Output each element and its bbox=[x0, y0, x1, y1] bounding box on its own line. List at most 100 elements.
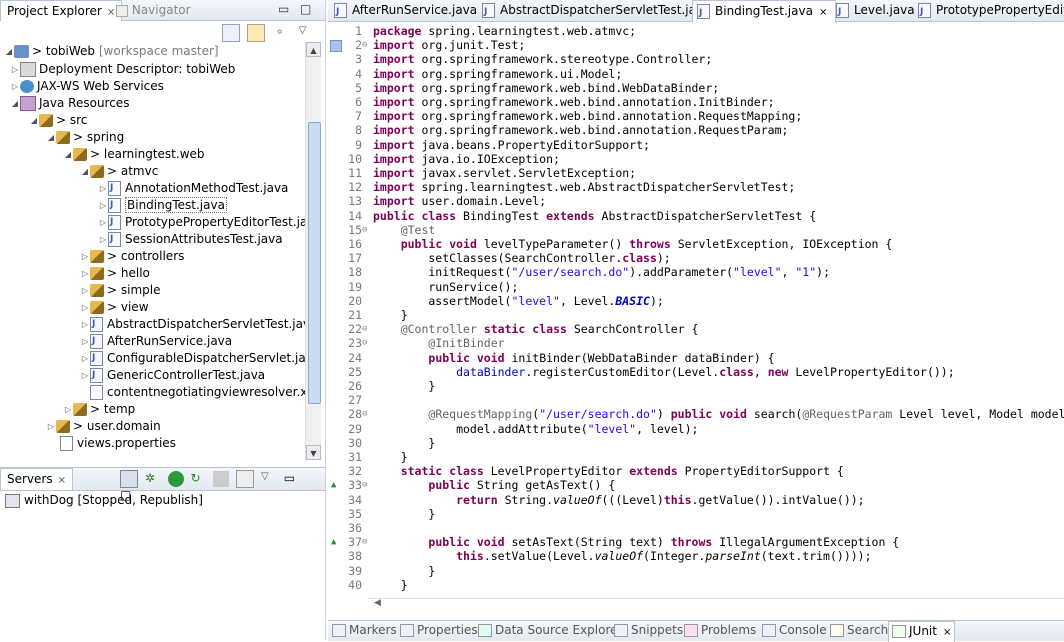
tree-node-file[interactable]: ▷ AbstractDispatcherServletTest.java bbox=[80, 316, 306, 333]
code-line[interactable]: 18 initRequest("/user/search.do").addPar… bbox=[328, 265, 1064, 279]
scroll-left-icon[interactable]: ◀ bbox=[374, 598, 381, 608]
code-line[interactable]: 5 import org.springframework.web.bind.Web… bbox=[328, 81, 1064, 95]
code-line[interactable]: 17 setClasses(SearchController.class); bbox=[328, 251, 1064, 265]
maximize-icon[interactable]: □ bbox=[300, 2, 311, 16]
chevron-down-icon[interactable]: ▽ bbox=[261, 471, 277, 487]
code-line[interactable]: 28 ⊖ @RequestMapping("/user/search.do") p… bbox=[328, 407, 1064, 421]
chevron-right-icon[interactable]: ▷ bbox=[80, 367, 90, 384]
code-line[interactable]: 33 ⊖ ▲ public String getAsText() { bbox=[328, 478, 1064, 492]
tree-node-deployment-descriptor[interactable]: ▷ Deployment Descriptor: tobiWeb bbox=[10, 61, 235, 78]
code-line[interactable]: 19 runService(); bbox=[328, 280, 1064, 294]
chevron-right-icon[interactable]: ▷ bbox=[10, 61, 20, 78]
view-menu-icon[interactable]: ⚬ bbox=[272, 25, 288, 41]
minimize-icon[interactable]: ▭ bbox=[284, 471, 300, 487]
tree-node-package[interactable]: ▷ > temp bbox=[63, 401, 135, 418]
close-icon[interactable]: ⨯ bbox=[58, 475, 66, 486]
editor-tab[interactable]: AfterRunService.java bbox=[330, 0, 477, 23]
tree-node-file[interactable]: ▷ ConfigurableDispatcherServlet.java bbox=[80, 350, 306, 367]
tab-data-source-explorer[interactable]: Data Source Explorer bbox=[478, 623, 622, 637]
tab-servers[interactable]: Servers ⨯ bbox=[0, 468, 73, 490]
editor-tab[interactable]: PrototypePropertyEdito bbox=[914, 0, 1064, 21]
link-with-editor-icon[interactable] bbox=[246, 24, 265, 42]
tab-console[interactable]: Console bbox=[762, 623, 827, 637]
tab-junit[interactable]: JUnit ⨯ bbox=[888, 621, 956, 642]
code-line[interactable]: 31 } bbox=[328, 450, 1064, 464]
code-line[interactable]: 10 import java.io.IOException; bbox=[328, 152, 1064, 166]
editor-tab[interactable]: AbstractDispatcherServletTest.java bbox=[478, 0, 710, 23]
chevron-right-icon[interactable]: ▷ bbox=[46, 418, 56, 435]
profile-icon[interactable]: ↻ bbox=[190, 471, 206, 487]
code-line[interactable]: 21 } bbox=[328, 308, 1064, 322]
tab-navigator[interactable]: Navigator bbox=[110, 0, 197, 20]
code-line[interactable]: 39 } bbox=[328, 564, 1064, 578]
code-line[interactable]: 35 } bbox=[328, 507, 1064, 521]
code-line[interactable]: 7 import org.springframework.web.bind.ann… bbox=[328, 109, 1064, 123]
tree-node-package[interactable]: ▷ > user.domain bbox=[46, 418, 161, 435]
tab-markers[interactable]: Markers bbox=[332, 623, 397, 637]
tree-node-src[interactable]: ◢ > src bbox=[29, 112, 87, 129]
editor-tab[interactable]: Level.java bbox=[832, 0, 916, 23]
chevron-down-icon[interactable]: ◢ bbox=[4, 43, 14, 60]
chevron-right-icon[interactable]: ▷ bbox=[80, 265, 90, 282]
scroll-thumb[interactable] bbox=[308, 122, 321, 404]
code-line[interactable]: 6 import org.springframework.web.bind.ann… bbox=[328, 95, 1064, 109]
tree-node-file[interactable]: ▷ GenericControllerTest.java bbox=[80, 367, 265, 384]
close-icon[interactable]: ⨯ bbox=[819, 7, 827, 18]
chevron-down-icon[interactable]: ◢ bbox=[10, 95, 20, 112]
code-line[interactable]: 38 this.setValue(Level.valueOf(Integer.p… bbox=[328, 549, 1064, 563]
tree-node-jaxws[interactable]: ▷ JAX-WS Web Services bbox=[10, 78, 164, 95]
tree-node-atmvc[interactable]: ◢ > atmvc bbox=[80, 163, 158, 180]
fold-toggle-icon[interactable]: ⊖ bbox=[362, 38, 367, 52]
chevron-right-icon[interactable]: ▷ bbox=[80, 299, 90, 316]
code-line[interactable]: 32 static class LevelPropertyEditor exte… bbox=[328, 464, 1064, 478]
tree-node-java-resources[interactable]: ◢ Java Resources bbox=[10, 95, 129, 112]
tree-node-spring[interactable]: ◢ > spring bbox=[46, 129, 124, 146]
code-line[interactable]: 15 ⊖ @Test bbox=[328, 223, 1064, 237]
tree-node-file[interactable]: contentnegotiatingviewresolver.xml bbox=[90, 384, 306, 401]
chevron-right-icon[interactable]: ▷ bbox=[98, 231, 108, 248]
chevron-down-icon[interactable]: ◢ bbox=[29, 112, 39, 129]
code-line[interactable]: 27 bbox=[328, 393, 1064, 407]
minimize-icon[interactable]: ▭ bbox=[278, 2, 289, 16]
tree-node-package[interactable]: ▷ > simple bbox=[80, 282, 160, 299]
code-editor[interactable]: 1 package spring.learningtest.web.atmvc; 2… bbox=[328, 22, 1064, 598]
debug-icon[interactable]: ✲ bbox=[145, 471, 161, 487]
code-line[interactable]: 34 return String.valueOf(((Level)this.ge… bbox=[328, 493, 1064, 507]
chevron-right-icon[interactable]: ▷ bbox=[80, 316, 90, 333]
chevron-down-icon[interactable]: ◢ bbox=[80, 163, 90, 180]
code-line[interactable]: 24 public void initBinder(WebDataBinder … bbox=[328, 351, 1064, 365]
server-item[interactable]: withDog [Stopped, Republish] bbox=[5, 492, 203, 509]
code-line[interactable]: 22 ⊖ @Controller static class SearchContr… bbox=[328, 322, 1064, 336]
chevron-down-icon[interactable]: ▽ bbox=[294, 25, 310, 41]
chevron-right-icon[interactable]: ▷ bbox=[63, 401, 73, 418]
explorer-scrollbar[interactable]: ▲ ▼ bbox=[305, 42, 321, 460]
chevron-right-icon[interactable]: ▷ bbox=[98, 214, 108, 231]
close-icon[interactable]: ⨯ bbox=[943, 627, 951, 638]
code-line[interactable]: 1 package spring.learningtest.web.atmvc; bbox=[328, 24, 1064, 38]
fold-toggle-icon[interactable]: ⊖ bbox=[362, 322, 367, 336]
tree-node-file[interactable]: ▷ AfterRunService.java bbox=[80, 333, 232, 350]
tree-node-file[interactable]: ▷ PrototypePropertyEditorTest.java bbox=[98, 214, 306, 231]
code-line[interactable]: 36 bbox=[328, 521, 1064, 535]
code-line[interactable]: 8 import org.springframework.web.bind.ann… bbox=[328, 123, 1064, 137]
tree-node-project[interactable]: ◢ > tobiWeb [workspace master] bbox=[4, 43, 219, 60]
tab-search[interactable]: Search bbox=[830, 623, 888, 637]
code-line[interactable]: 14 public class BindingTest extends Abstr… bbox=[328, 209, 1064, 223]
tree-node-learningtest-web[interactable]: ◢ > learningtest.web bbox=[63, 146, 205, 163]
code-line[interactable]: 12 import spring.learningtest.web.Abstrac… bbox=[328, 180, 1064, 194]
collapse-all-icon[interactable] bbox=[222, 24, 240, 42]
chevron-right-icon[interactable]: ▷ bbox=[98, 197, 108, 214]
editor-horizontal-scrollbar[interactable]: ◀ bbox=[368, 598, 1064, 611]
chevron-right-icon[interactable]: ▷ bbox=[80, 248, 90, 265]
code-line[interactable]: 3 import org.springframework.stereotype.C… bbox=[328, 52, 1064, 66]
chevron-down-icon[interactable]: ◢ bbox=[63, 146, 73, 163]
tree-node-package[interactable]: ▷ > controllers bbox=[80, 248, 184, 265]
code-line[interactable]: 9 import java.beans.PropertyEditorSupport… bbox=[328, 138, 1064, 152]
tab-problems[interactable]: Problems bbox=[684, 623, 756, 637]
fold-toggle-icon[interactable]: ⊖ bbox=[362, 478, 367, 492]
publish-icon[interactable] bbox=[236, 470, 255, 488]
code-line[interactable]: 16 public void levelTypeParameter() thro… bbox=[328, 237, 1064, 251]
stop-icon[interactable] bbox=[213, 471, 230, 487]
fold-toggle-icon[interactable]: ⊖ bbox=[362, 336, 367, 350]
code-line[interactable]: 25 dataBinder.registerCustomEditor(Level… bbox=[328, 365, 1064, 379]
